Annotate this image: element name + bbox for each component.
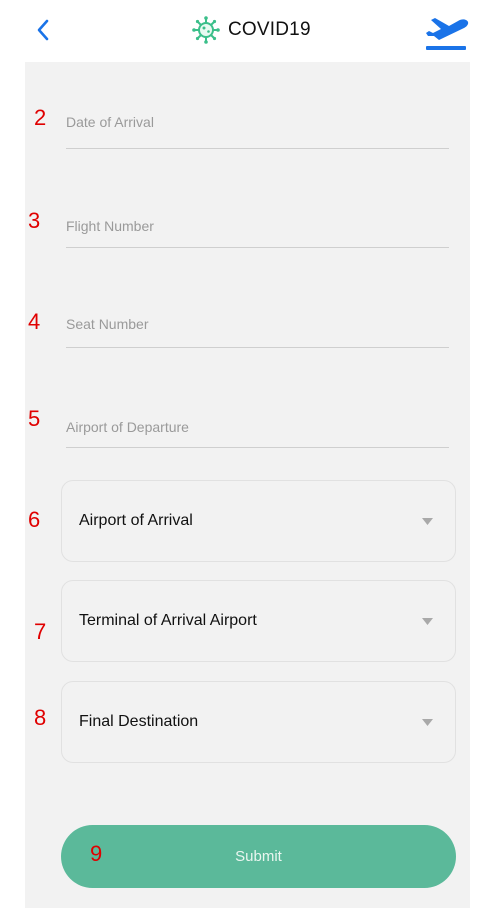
field-underline xyxy=(66,447,449,448)
field-underline xyxy=(66,247,449,248)
page-title-group: COVID19 xyxy=(192,12,311,48)
caret-down-icon xyxy=(422,719,433,726)
caret-down-icon xyxy=(422,618,433,625)
field-underline xyxy=(66,347,449,348)
caret-down-icon xyxy=(422,518,433,525)
submit-label: Submit xyxy=(235,848,282,865)
annotation-number: 9 xyxy=(90,841,103,866)
app-header: COVID19 xyxy=(0,0,495,62)
annotation-number: 3 xyxy=(28,208,41,233)
airplane-takeoff-icon xyxy=(426,18,469,50)
chevron-left-icon xyxy=(37,19,49,41)
annotation-number: 6 xyxy=(28,507,41,532)
annotation-number: 4 xyxy=(28,309,41,334)
annotation-number: 2 xyxy=(34,105,47,130)
travel-form: Date of Arrival Flight Number Seat Numbe… xyxy=(25,62,470,908)
field-underline xyxy=(66,148,449,149)
annotation-number: 5 xyxy=(28,406,41,431)
terminal-of-arrival-select[interactable]: Terminal of Arrival Airport xyxy=(61,580,456,662)
annotation-number: 7 xyxy=(34,619,47,644)
submit-button[interactable]: Submit xyxy=(61,825,456,888)
airport-of-arrival-select[interactable]: Airport of Arrival xyxy=(61,480,456,562)
date-of-arrival-placeholder: Date of Arrival xyxy=(66,114,154,130)
final-destination-label: Final Destination xyxy=(79,713,199,730)
annotation-number: 8 xyxy=(34,705,47,730)
seat-number-placeholder: Seat Number xyxy=(66,316,149,332)
seat-number-field[interactable]: Seat Number xyxy=(66,316,449,348)
back-button[interactable] xyxy=(28,12,58,48)
flight-number-placeholder: Flight Number xyxy=(66,218,154,234)
airport-of-departure-placeholder: Airport of Departure xyxy=(66,419,189,435)
flight-number-field[interactable]: Flight Number xyxy=(66,218,449,248)
airport-of-arrival-label: Airport of Arrival xyxy=(79,512,193,529)
date-of-arrival-field[interactable]: Date of Arrival xyxy=(66,114,449,149)
final-destination-select[interactable]: Final Destination xyxy=(61,681,456,763)
virus-icon xyxy=(192,16,220,44)
page-title: COVID19 xyxy=(228,19,311,40)
flight-button[interactable] xyxy=(418,6,474,54)
terminal-of-arrival-label: Terminal of Arrival Airport xyxy=(79,612,257,629)
airport-of-departure-field[interactable]: Airport of Departure xyxy=(66,419,449,448)
